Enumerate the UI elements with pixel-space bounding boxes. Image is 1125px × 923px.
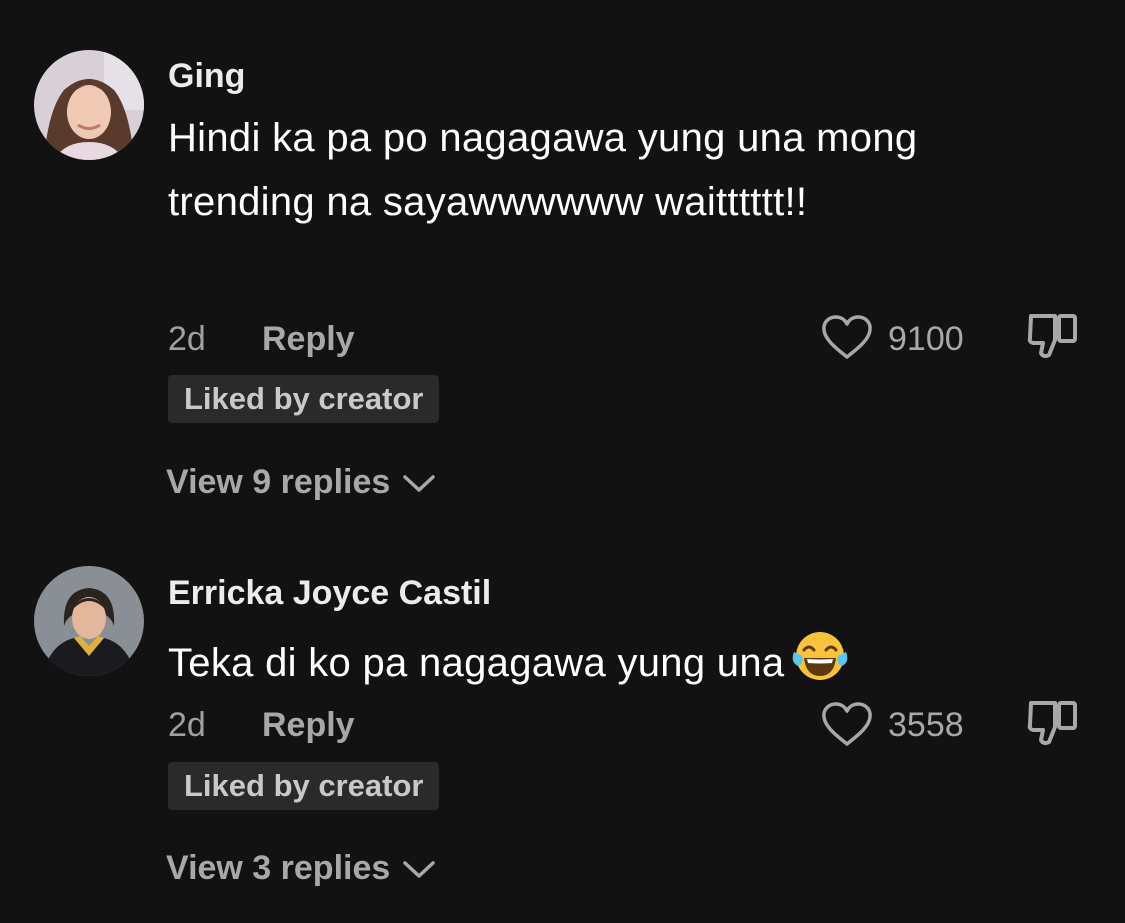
heart-icon[interactable] [820,313,874,361]
user-avatar-icon [34,566,144,676]
comment-timestamp: 2d [168,706,206,744]
heart-icon[interactable] [820,700,874,748]
view-replies-label: View 3 replies [166,849,391,887]
like-count: 3558 [888,706,964,744]
user-avatar-icon [34,50,144,160]
view-replies-button[interactable]: View 3 replies [166,849,436,888]
avatar[interactable] [34,50,144,160]
chevron-down-icon [403,475,436,492]
thumbs-down-icon[interactable] [1024,305,1082,363]
comment-username[interactable]: Erricka Joyce Castil [168,574,491,613]
comment-text: Teka di ko pa nagagawa yung una [168,628,948,695]
liked-by-creator-badge: Liked by creator [168,375,440,423]
comment-timestamp: 2d [168,320,206,358]
chevron-down-icon [403,861,436,878]
comment-text: Hindi ka pa po nagagawa yung una mong tr… [168,116,918,224]
view-replies-label: View 9 replies [166,463,391,501]
avatar[interactable] [34,566,144,676]
comment-username[interactable]: Ging [168,57,245,96]
reply-button[interactable]: Reply [262,320,355,359]
like-count: 9100 [888,320,964,358]
liked-by-creator-badge: Liked by creator [168,762,440,810]
reply-button[interactable]: Reply [262,706,355,745]
view-replies-button[interactable]: View 9 replies [166,463,436,502]
face-with-tears-of-joy-icon [793,632,848,680]
thumbs-down-icon[interactable] [1024,692,1082,750]
comment-text-body: Teka di ko pa nagagawa yung una [168,641,785,685]
